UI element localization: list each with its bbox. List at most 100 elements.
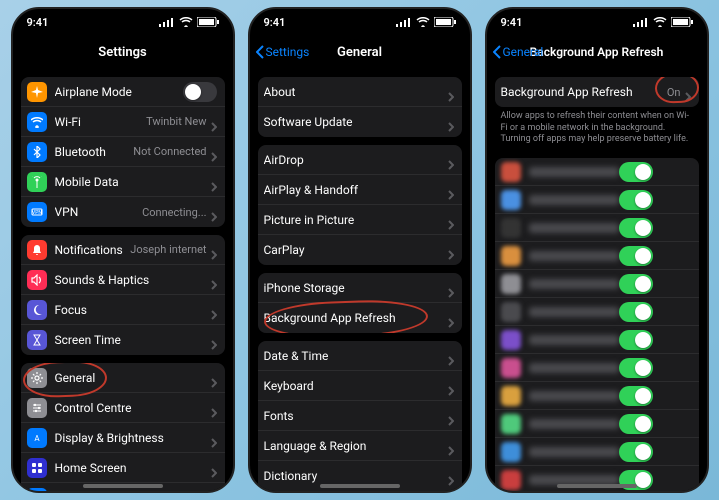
- app-toggle[interactable]: [619, 218, 653, 238]
- nav-bar: Settings: [13, 35, 233, 69]
- app-toggle[interactable]: [619, 162, 653, 182]
- phone-settings: 9:41 Settings Airplane Mode Wi-FiTwinbit …: [11, 7, 235, 493]
- general-list[interactable]: AboutSoftware Update AirDrop AirPlay & Han…: [250, 69, 470, 491]
- chevron-right-icon: [211, 207, 217, 217]
- app-row-blurred[interactable]: [495, 326, 699, 354]
- home-indicator[interactable]: [320, 484, 400, 488]
- row-airdrop[interactable]: AirDrop: [258, 145, 462, 175]
- app-row-blurred[interactable]: [495, 382, 699, 410]
- row-wifi[interactable]: Wi-FiTwinbit New: [21, 107, 225, 137]
- chevron-right-icon: [448, 441, 454, 451]
- row-focus[interactable]: Focus: [21, 295, 225, 325]
- settings-group: Background App RefreshOn: [495, 77, 699, 107]
- app-row-blurred[interactable]: [495, 438, 699, 466]
- app-row-blurred[interactable]: [495, 410, 699, 438]
- app-row-blurred[interactable]: [495, 298, 699, 326]
- row-bluetooth[interactable]: BluetoothNot Connected: [21, 137, 225, 167]
- app-row-blurred[interactable]: [495, 214, 699, 242]
- app-toggle[interactable]: [619, 386, 653, 406]
- bell-icon: [27, 240, 47, 260]
- app-row-blurred[interactable]: [495, 158, 699, 186]
- cellular-icon: [396, 17, 412, 27]
- row-software-update[interactable]: Software Update: [258, 107, 462, 137]
- row-label: Background App Refresh: [501, 85, 667, 99]
- row-carplay[interactable]: CarPlay: [258, 235, 462, 265]
- row-picture-in-picture[interactable]: Picture in Picture: [258, 205, 462, 235]
- row-keyboard[interactable]: Keyboard: [258, 371, 462, 401]
- app-row-blurred[interactable]: [495, 242, 699, 270]
- home-indicator[interactable]: [83, 484, 163, 488]
- row-display-brightness[interactable]: Display & Brightness: [21, 423, 225, 453]
- app-row-blurred[interactable]: [495, 354, 699, 382]
- app-toggle[interactable]: [619, 442, 653, 462]
- row-label: CarPlay: [264, 243, 448, 257]
- battery-icon: [197, 17, 219, 27]
- nav-title: Settings: [98, 45, 146, 60]
- app-row-blurred[interactable]: [495, 186, 699, 214]
- settings-list[interactable]: Airplane Mode Wi-FiTwinbit NewBluetoothNo…: [13, 69, 233, 491]
- row-label: AirDrop: [264, 153, 448, 167]
- bar-list[interactable]: Background App RefreshOnAllow apps to re…: [487, 69, 707, 491]
- row-label: Control Centre: [55, 401, 211, 415]
- back-chevron-icon: [493, 45, 501, 59]
- chevron-right-icon: [448, 313, 454, 323]
- row-home-screen[interactable]: Home Screen: [21, 453, 225, 483]
- row-airplane-mode[interactable]: Airplane Mode: [21, 77, 225, 107]
- app-toggle[interactable]: [619, 358, 653, 378]
- app-toggle[interactable]: [619, 414, 653, 434]
- row-iphone-storage[interactable]: iPhone Storage: [258, 273, 462, 303]
- row-screen-time[interactable]: Screen Time: [21, 325, 225, 355]
- cellular-icon: [633, 17, 649, 27]
- row-label: Picture in Picture: [264, 213, 448, 227]
- app-icon-blurred: [501, 470, 521, 490]
- cellular-icon: [159, 17, 175, 27]
- chevron-right-icon: [211, 117, 217, 127]
- row-date-time[interactable]: Date & Time: [258, 341, 462, 371]
- app-toggle[interactable]: [619, 302, 653, 322]
- row-value: Joseph internet: [130, 243, 206, 256]
- app-toggle[interactable]: [619, 190, 653, 210]
- row-general[interactable]: General: [21, 363, 225, 393]
- row-vpn[interactable]: VPNConnecting...: [21, 197, 225, 227]
- app-toggle[interactable]: [619, 274, 653, 294]
- status-icons: [633, 17, 693, 27]
- chevron-right-icon: [448, 411, 454, 421]
- row-notifications[interactable]: NotificationsJoseph internet: [21, 235, 225, 265]
- accessibility-icon: [27, 488, 47, 492]
- chevron-right-icon: [448, 155, 454, 165]
- row-control-centre[interactable]: Control Centre: [21, 393, 225, 423]
- chevron-right-icon: [211, 433, 217, 443]
- back-button[interactable]: Settings: [256, 45, 310, 59]
- nav-bar: Settings General: [250, 35, 470, 69]
- row-fonts[interactable]: Fonts: [258, 401, 462, 431]
- row-about[interactable]: About: [258, 77, 462, 107]
- back-chevron-icon: [256, 45, 264, 59]
- row-airplay-handoff[interactable]: AirPlay & Handoff: [258, 175, 462, 205]
- app-label-blurred: [529, 251, 619, 261]
- row-mobile-data[interactable]: Mobile Data: [21, 167, 225, 197]
- app-toggle[interactable]: [619, 246, 653, 266]
- wifi-status-icon: [653, 17, 667, 27]
- settings-group: Date & TimeKeyboardFontsLanguage & Regio…: [258, 341, 462, 491]
- row-label: Wi-Fi: [55, 115, 147, 129]
- toggle-airplane-mode[interactable]: [183, 82, 217, 102]
- row-language-region[interactable]: Language & Region: [258, 431, 462, 461]
- grid-icon: [27, 458, 47, 478]
- home-indicator[interactable]: [557, 484, 637, 488]
- app-icon-blurred: [501, 330, 521, 350]
- row-label: Airplane Mode: [55, 85, 183, 99]
- back-label: Settings: [266, 45, 310, 59]
- app-label-blurred: [529, 419, 619, 429]
- app-toggle[interactable]: [619, 330, 653, 350]
- row-bar-master[interactable]: Background App RefreshOn: [495, 77, 699, 107]
- row-label: Home Screen: [55, 461, 211, 475]
- row-value: Not Connected: [133, 145, 206, 158]
- row-label: Sounds & Haptics: [55, 273, 211, 287]
- row-sounds-haptics[interactable]: Sounds & Haptics: [21, 265, 225, 295]
- vpn-icon: [27, 202, 47, 222]
- phone-bar: 9:41 General Background App Refresh Back…: [485, 7, 709, 493]
- status-time: 9:41: [27, 16, 49, 29]
- back-button[interactable]: General: [493, 45, 544, 59]
- app-row-blurred[interactable]: [495, 270, 699, 298]
- row-background-app-refresh[interactable]: Background App Refresh: [258, 303, 462, 333]
